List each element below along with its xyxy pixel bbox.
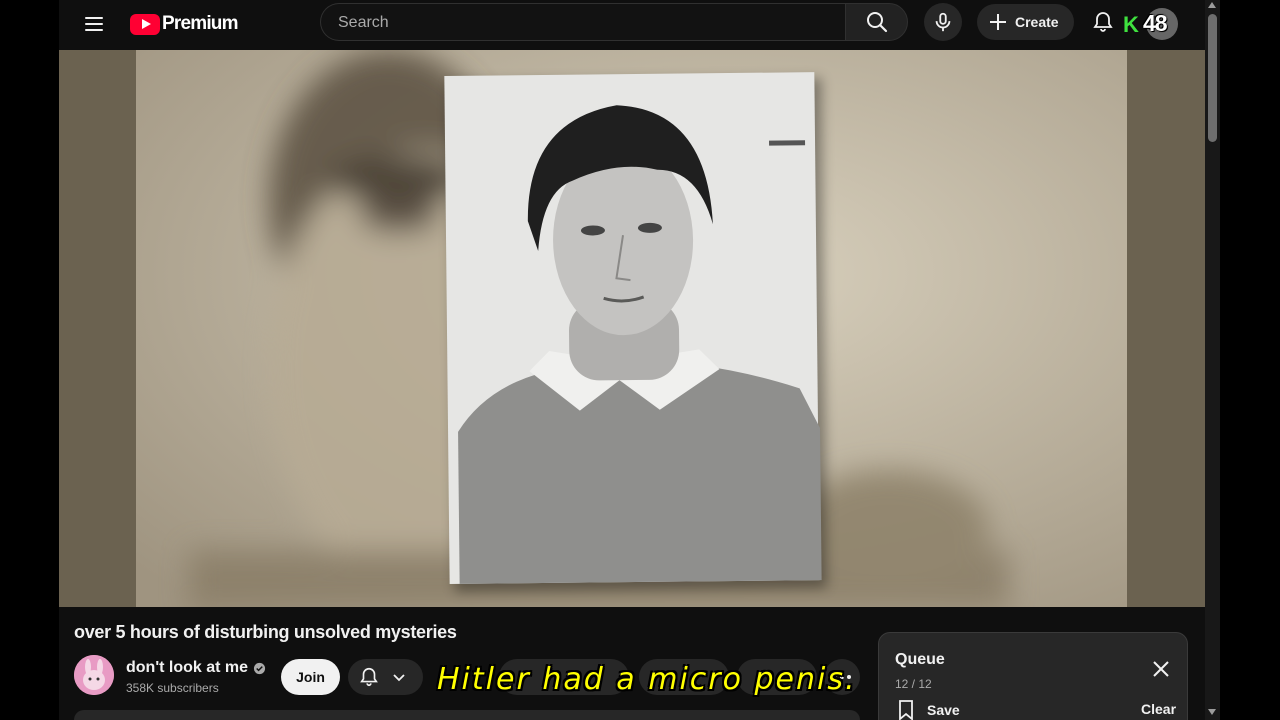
subscription-notifications-button[interactable] <box>348 659 423 695</box>
chevron-down-icon <box>393 674 405 682</box>
bell-icon <box>360 667 378 687</box>
video-caption: Hitler had a micro penis. <box>437 662 857 697</box>
queue-panel: Queue 12 / 12 Save Clear <box>878 632 1188 720</box>
queue-save-button[interactable]: Save <box>897 699 960 720</box>
channel-name[interactable]: don't look at me <box>126 659 266 677</box>
subscriber-count: 358K subscribers <box>126 681 219 695</box>
video-frame <box>59 50 1205 607</box>
scroll-up-arrow-icon[interactable] <box>1208 2 1216 8</box>
verified-icon <box>253 662 266 674</box>
description-box[interactable] <box>74 710 860 720</box>
video-player[interactable] <box>59 50 1205 607</box>
mic-icon <box>935 12 951 32</box>
close-icon[interactable] <box>1149 657 1173 681</box>
create-button[interactable]: Create <box>977 4 1074 40</box>
voice-search-button[interactable] <box>924 3 962 41</box>
plus-icon <box>990 14 1006 30</box>
channel-avatar-image <box>74 655 114 695</box>
search-icon <box>867 12 888 33</box>
logo-text: Premium <box>162 13 239 34</box>
queue-save-label: Save <box>927 702 960 718</box>
notifications-button[interactable] <box>1087 6 1119 38</box>
youtube-logo-icon <box>130 13 160 35</box>
k-badge: K <box>1123 12 1139 37</box>
video-title: over 5 hours of disturbing unsolved myst… <box>74 622 457 642</box>
page-scrollbar[interactable] <box>1205 0 1220 720</box>
queue-title: Queue <box>895 651 945 668</box>
youtube-logo[interactable]: Premium <box>130 11 239 37</box>
queue-count: 12 / 12 <box>895 677 932 691</box>
queue-clear-button[interactable]: Clear <box>1141 701 1176 717</box>
menu-icon[interactable] <box>81 12 107 36</box>
scrollbar-thumb[interactable] <box>1208 14 1217 142</box>
bell-icon <box>1093 12 1113 32</box>
top-bar: Premium Create <box>59 0 1205 48</box>
search-input[interactable] <box>336 4 840 42</box>
youtube-app: Premium Create <box>59 0 1205 720</box>
channel-name-text: don't look at me <box>126 659 249 676</box>
join-button[interactable]: Join <box>281 659 340 695</box>
counter-badge: 48 <box>1143 10 1168 36</box>
search-box <box>320 3 846 42</box>
bookmark-icon <box>899 700 913 720</box>
search-button[interactable] <box>845 3 908 41</box>
scroll-down-arrow-icon[interactable] <box>1208 709 1216 715</box>
create-label: Create <box>1015 14 1059 30</box>
channel-avatar[interactable] <box>74 655 114 695</box>
